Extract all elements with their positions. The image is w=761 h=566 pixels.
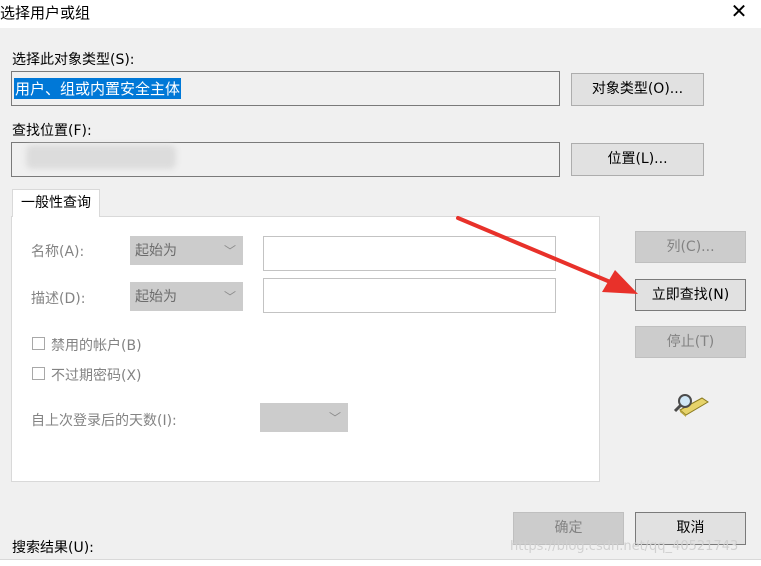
stop-button[interactable]: 停止(T) xyxy=(635,326,746,358)
object-type-field: 用户、组或内置安全主体 xyxy=(11,71,560,106)
tab-common-queries[interactable]: 一般性查询 xyxy=(12,189,100,217)
annotation-arrow xyxy=(456,216,638,294)
description-mode-value: 起始为 xyxy=(135,289,177,305)
days-since-logon-select[interactable]: ﹀ xyxy=(260,403,348,432)
find-now-button[interactable]: 立即查找(N) xyxy=(635,279,746,311)
name-mode-select[interactable]: 起始为 ﹀ xyxy=(130,236,243,265)
non-expiring-password-checkbox[interactable] xyxy=(32,367,45,380)
days-since-logon-label: 自上次登录后的天数(I): xyxy=(31,413,177,429)
non-expiring-password-label: 不过期密码(X) xyxy=(51,368,142,384)
chevron-down-icon: ﹀ xyxy=(223,290,236,304)
name-mode-value: 起始为 xyxy=(135,243,177,259)
close-icon[interactable]: ✕ xyxy=(727,0,751,22)
description-label: 描述(D): xyxy=(31,291,86,307)
location-label: 查找位置(F): xyxy=(12,123,92,139)
chevron-down-icon: ﹀ xyxy=(223,244,236,258)
chevron-down-icon: ﹀ xyxy=(328,411,341,425)
object-types-button[interactable]: 对象类型(O)... xyxy=(571,73,704,106)
redacted-location xyxy=(26,145,176,169)
name-label: 名称(A): xyxy=(31,244,85,260)
location-field xyxy=(11,142,560,177)
columns-button[interactable]: 列(C)... xyxy=(635,231,746,263)
disabled-accounts-checkbox[interactable] xyxy=(32,337,45,350)
watermark-text: https://blog.csdn.net/qq_40521743 xyxy=(510,539,739,554)
search-results-label: 搜索结果(U): xyxy=(12,540,94,556)
object-type-value: 用户、组或内置安全主体 xyxy=(14,78,182,99)
window-title: 选择用户或组 xyxy=(0,4,91,22)
locations-button[interactable]: 位置(L)... xyxy=(571,143,704,176)
description-mode-select[interactable]: 起始为 ﹀ xyxy=(130,282,243,311)
search-animation-icon xyxy=(673,394,709,417)
disabled-accounts-label: 禁用的帐户(B) xyxy=(51,338,142,354)
object-type-label: 选择此对象类型(S): xyxy=(12,52,135,68)
